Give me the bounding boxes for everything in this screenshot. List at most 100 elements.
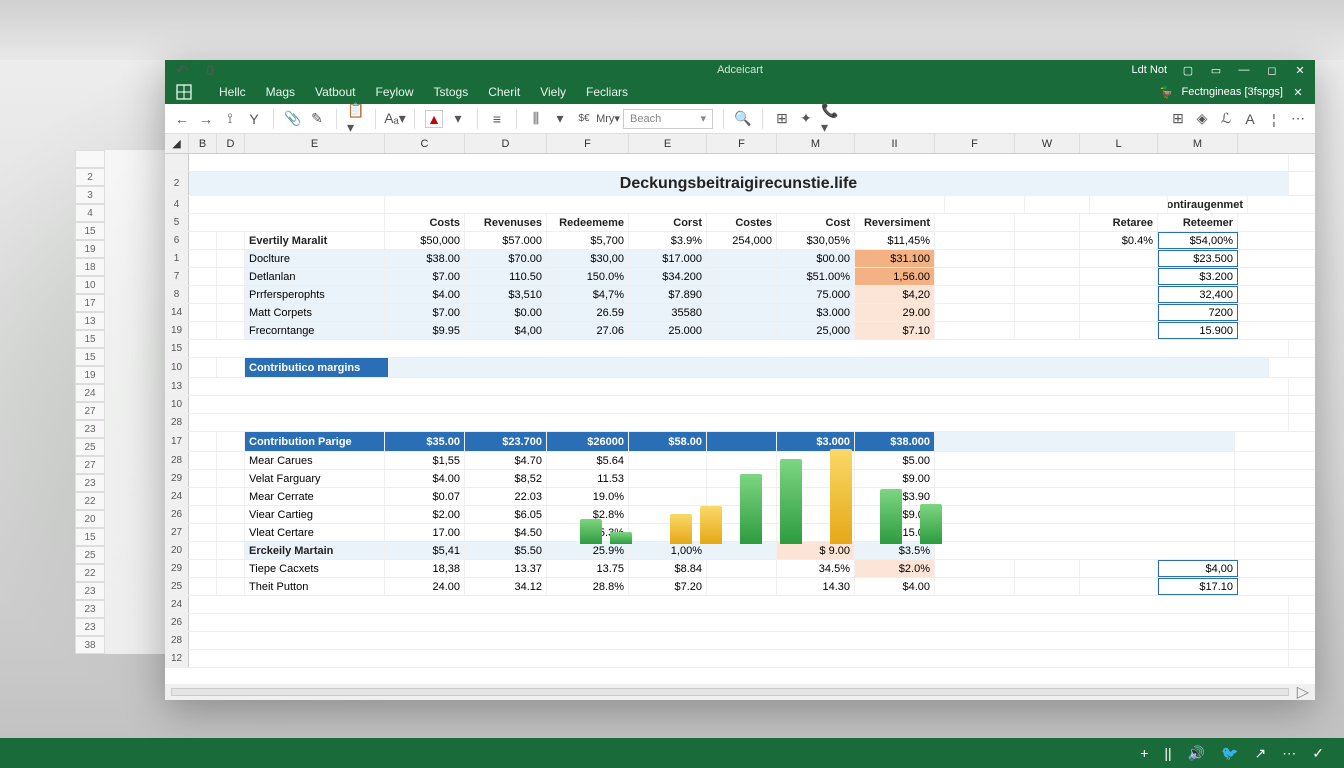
col-header[interactable]: C	[385, 134, 465, 153]
cell[interactable]	[189, 614, 1289, 631]
cell[interactable]: 19.0%	[547, 488, 629, 505]
align-icon[interactable]: ≡	[488, 110, 506, 128]
row-number[interactable]: 15	[165, 340, 189, 357]
row-label[interactable]: Vleat Certare	[245, 524, 385, 541]
cell[interactable]: $5,700	[547, 232, 629, 249]
taskbar-icon[interactable]: 🔊	[1188, 745, 1205, 762]
cell[interactable]: $4,00	[1158, 560, 1238, 577]
cell[interactable]	[217, 232, 245, 249]
row-number[interactable]: 27	[165, 524, 189, 541]
tag-icon[interactable]: ◈	[1193, 110, 1211, 128]
row-number[interactable]: 29	[165, 560, 189, 577]
cell[interactable]: $3.000	[777, 432, 855, 451]
cell[interactable]: 29.00	[855, 304, 935, 321]
cell[interactable]: $38.000	[855, 432, 935, 451]
col-header[interactable]: M	[777, 134, 855, 153]
cell[interactable]	[707, 250, 777, 267]
cell[interactable]	[707, 470, 777, 487]
section-header[interactable]: Contributico margins	[245, 358, 389, 377]
cell[interactable]: 254,000	[707, 232, 777, 249]
row-number[interactable]: 4	[165, 196, 189, 213]
cell[interactable]: $4,7%	[547, 286, 629, 303]
cell[interactable]	[935, 322, 1015, 339]
cell[interactable]: Retaree	[1080, 214, 1158, 231]
cell[interactable]: $4.00	[385, 286, 465, 303]
cell[interactable]	[189, 506, 217, 523]
cell[interactable]	[189, 196, 385, 213]
header-cell[interactable]: Cost	[777, 214, 855, 231]
app-icon[interactable]	[175, 83, 193, 101]
cell[interactable]	[777, 488, 855, 505]
cell[interactable]	[707, 268, 777, 285]
cell[interactable]	[707, 322, 777, 339]
cell[interactable]	[629, 452, 707, 469]
header-cell[interactable]: Costs	[385, 214, 465, 231]
col-header[interactable]: II	[855, 134, 935, 153]
row-number[interactable]: 6	[165, 232, 189, 249]
row-label[interactable]: Detlanlan	[245, 268, 385, 285]
cell[interactable]: 110.50	[465, 268, 547, 285]
cell[interactable]	[1080, 560, 1158, 577]
boxed-cell[interactable]: $23.500	[1158, 250, 1238, 267]
row-number[interactable]: 19	[165, 322, 189, 339]
cell[interactable]: 26.59	[547, 304, 629, 321]
cell[interactable]: $6.05	[465, 506, 547, 523]
dropdown2-icon[interactable]: ▾	[551, 110, 569, 128]
cell[interactable]	[1015, 232, 1080, 249]
row-number[interactable]: 26	[165, 506, 189, 523]
cell[interactable]: $34.200	[629, 268, 707, 285]
cell[interactable]: $51.00%	[777, 268, 855, 285]
cell[interactable]: $5.64	[547, 452, 629, 469]
cell[interactable]	[189, 304, 217, 321]
cell[interactable]	[189, 286, 217, 303]
cell[interactable]	[189, 650, 1289, 667]
taskbar-icon[interactable]: ⋯	[1282, 745, 1296, 762]
cell[interactable]	[707, 488, 777, 505]
menu-cherit[interactable]: Cherit	[478, 83, 530, 101]
cell[interactable]: 25,000	[777, 322, 855, 339]
header-cell[interactable]: Reversiment	[855, 214, 935, 231]
cell[interactable]: 17.00	[385, 524, 465, 541]
row-number[interactable]	[165, 154, 189, 171]
cell[interactable]	[629, 488, 707, 505]
info-icon[interactable]: ¦	[1265, 110, 1283, 128]
cell[interactable]: $0.07	[385, 488, 465, 505]
pane-close-icon[interactable]: ✕	[1291, 85, 1305, 99]
cell[interactable]	[189, 378, 1289, 395]
cell[interactable]: $3.000	[777, 304, 855, 321]
cell[interactable]: $2.8%	[547, 506, 629, 523]
cell[interactable]: 15.00	[855, 524, 935, 541]
col-header[interactable]: L	[1080, 134, 1158, 153]
cell[interactable]	[935, 578, 1015, 595]
cell[interactable]: 27.06	[547, 322, 629, 339]
row-number[interactable]: 29	[165, 470, 189, 487]
cell[interactable]	[935, 560, 1015, 577]
grid-icon[interactable]: ⊞	[1169, 110, 1187, 128]
cell[interactable]	[1080, 268, 1158, 285]
cell[interactable]: $0.4%	[1080, 232, 1158, 249]
col-header[interactable]: F	[935, 134, 1015, 153]
cell[interactable]	[935, 470, 1235, 487]
row-number[interactable]: 20	[165, 542, 189, 559]
paste-icon[interactable]: 📋▾	[347, 110, 365, 128]
row-label[interactable]: Tiepe Cacxets	[245, 560, 385, 577]
cell[interactable]	[189, 452, 217, 469]
row-number[interactable]: 28	[165, 414, 189, 431]
pin-icon[interactable]: ⟟	[221, 110, 239, 128]
cell[interactable]	[707, 286, 777, 303]
filter-icon[interactable]: Y	[245, 110, 263, 128]
row-label[interactable]: Mear Cerrate	[245, 488, 385, 505]
cell[interactable]: $7.00	[385, 304, 465, 321]
header-cell[interactable]: Costes	[707, 214, 777, 231]
close-button[interactable]: ✕	[1293, 63, 1307, 77]
cell[interactable]: $00.00	[777, 250, 855, 267]
header-cell[interactable]: Corst	[629, 214, 707, 231]
cell[interactable]	[777, 470, 855, 487]
cell[interactable]	[189, 322, 217, 339]
cell[interactable]: $57.000	[465, 232, 547, 249]
cell[interactable]: $4.00	[855, 578, 935, 595]
cell[interactable]: $ 9.00	[777, 542, 855, 559]
cell[interactable]	[189, 560, 217, 577]
star-icon[interactable]: ✦	[797, 110, 815, 128]
row-number[interactable]: 7	[165, 268, 189, 285]
